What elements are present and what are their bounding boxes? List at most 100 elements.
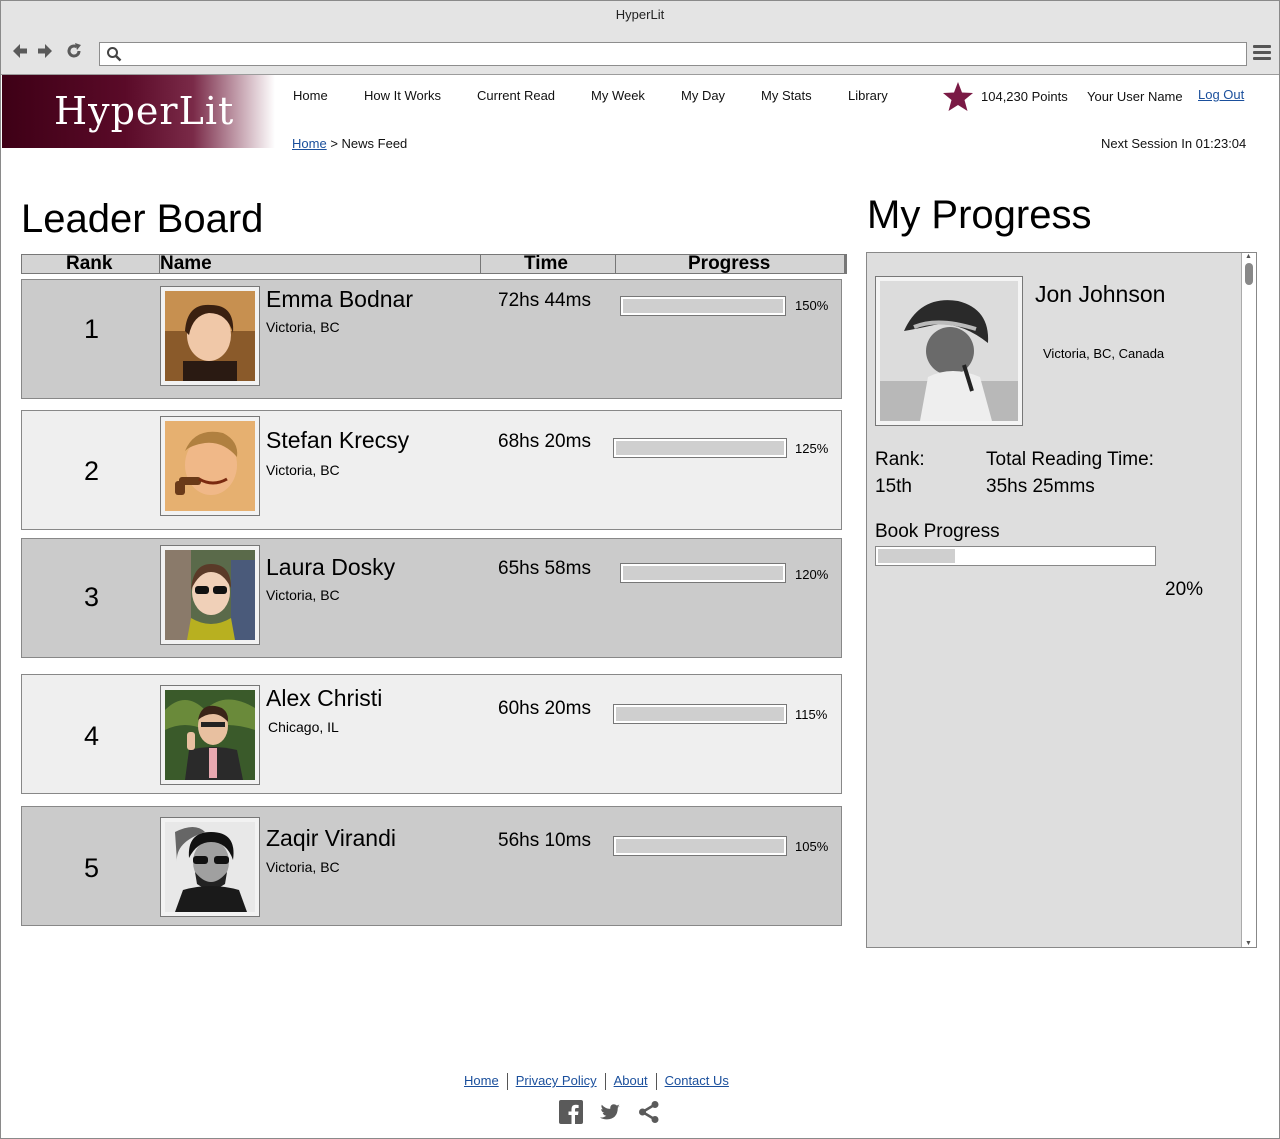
profile-avatar[interactable] xyxy=(875,276,1023,426)
book-progress-percent: 20% xyxy=(1165,579,1204,600)
column-time[interactable]: Time xyxy=(524,254,568,273)
user-name[interactable]: Your User Name xyxy=(1087,89,1183,104)
footer-contact-link[interactable]: Contact Us xyxy=(657,1073,737,1088)
avatar[interactable] xyxy=(160,545,260,645)
total-reading-time-value: 35hs 25mms xyxy=(986,476,1095,497)
progress-bar xyxy=(620,563,786,583)
avatar[interactable] xyxy=(160,685,260,785)
progress-bar xyxy=(613,836,787,856)
column-progress[interactable]: Progress xyxy=(688,254,770,273)
footer-privacy-link[interactable]: Privacy Policy xyxy=(508,1073,605,1088)
my-progress-panel: Jon Johnson Victoria, BC, Canada Rank: 1… xyxy=(866,252,1257,948)
forward-arrow-icon[interactable] xyxy=(35,41,55,66)
progress-fill xyxy=(616,441,784,455)
leaderboard-title: Leader Board xyxy=(21,197,264,241)
breadcrumb-separator: > xyxy=(330,136,338,151)
leaderboard-row[interactable]: 4 Alex Christi Chicago, IL 60hs 20ms 115… xyxy=(21,674,842,794)
rank-value: 15th xyxy=(875,476,912,497)
reading-time: 65hs 58ms xyxy=(498,558,591,579)
menu-icon[interactable] xyxy=(1253,45,1271,61)
book-progress-bar xyxy=(875,546,1156,566)
browser-toolbar xyxy=(1,31,1279,75)
breadcrumb-home-link[interactable]: Home xyxy=(292,136,327,151)
progress-percent: 105% xyxy=(795,839,829,854)
site-logo[interactable]: HyperLit xyxy=(2,75,275,148)
search-icon xyxy=(106,46,122,67)
column-divider xyxy=(480,255,481,273)
points-count: 104,230 Points xyxy=(981,89,1068,104)
breadcrumb: Home > News Feed xyxy=(292,136,407,151)
leaderboard-row[interactable]: 2 Stefan Krecsy Victoria, BC 68hs 20ms 1… xyxy=(21,410,842,530)
browser-window: HyperLit HyperLit Home How It Works Curr… xyxy=(0,0,1280,1139)
reload-icon[interactable] xyxy=(64,41,84,66)
footer-home-link[interactable]: Home xyxy=(456,1073,507,1088)
nav-current-read[interactable]: Current Read xyxy=(477,88,555,103)
leaderboard-row[interactable]: 3 Laura Dosky Victoria, BC 65hs 58ms 120… xyxy=(21,538,842,658)
column-divider xyxy=(615,255,616,273)
player-location: Chicago, IL xyxy=(268,719,339,735)
reading-time: 60hs 20ms xyxy=(498,698,591,719)
rank-number: 2 xyxy=(84,456,100,486)
back-arrow-icon[interactable] xyxy=(10,41,30,66)
progress-fill xyxy=(616,707,784,721)
leaderboard-row[interactable]: 5 Zaqir Virandi Victoria, BC 56hs 10ms 1… xyxy=(21,806,842,926)
facebook-icon[interactable] xyxy=(559,1100,583,1126)
progress-percent: 120% xyxy=(795,567,829,582)
book-progress-fill xyxy=(878,549,955,563)
footer-about-link[interactable]: About xyxy=(606,1073,656,1088)
player-location: Victoria, BC xyxy=(266,859,340,875)
avatar[interactable] xyxy=(160,817,260,917)
star-icon xyxy=(941,80,975,114)
player-location: Victoria, BC xyxy=(266,319,340,335)
next-session-countdown: Next Session In 01:23:04 xyxy=(1101,136,1247,151)
footer-links: Home Privacy Policy About Contact Us xyxy=(456,1073,737,1091)
reading-time: 72hs 44ms xyxy=(498,290,591,311)
progress-fill xyxy=(623,299,783,313)
share-icon[interactable] xyxy=(637,1100,661,1126)
nav-library[interactable]: Library xyxy=(848,88,888,103)
player-name[interactable]: Zaqir Virandi xyxy=(266,825,396,852)
progress-bar xyxy=(620,296,786,316)
player-location: Victoria, BC xyxy=(266,587,340,603)
rank-number: 4 xyxy=(84,721,100,751)
avatar[interactable] xyxy=(160,416,260,516)
progress-percent: 125% xyxy=(795,441,829,456)
progress-bar xyxy=(613,704,787,724)
column-rank[interactable]: Rank xyxy=(66,254,112,273)
avatar[interactable] xyxy=(160,286,260,386)
profile-name: Jon Johnson xyxy=(1035,281,1166,307)
book-progress-label: Book Progress xyxy=(875,521,1000,542)
player-name[interactable]: Emma Bodnar xyxy=(266,286,413,313)
player-name[interactable]: Alex Christi xyxy=(266,685,382,712)
nav-my-day[interactable]: My Day xyxy=(681,88,725,103)
panel-scrollbar[interactable]: ▲ ▼ xyxy=(1241,253,1256,947)
nav-how-it-works[interactable]: How It Works xyxy=(364,88,441,103)
reading-time: 56hs 10ms xyxy=(498,830,591,851)
progress-percent: 150% xyxy=(795,298,829,313)
column-name[interactable]: Name xyxy=(160,254,212,273)
progress-fill xyxy=(616,839,784,853)
nav-my-week[interactable]: My Week xyxy=(591,88,645,103)
logo-text: HyperLit xyxy=(54,89,235,133)
progress-bar xyxy=(613,438,787,458)
player-name[interactable]: Stefan Krecsy xyxy=(266,427,409,454)
rank-number: 1 xyxy=(84,314,100,344)
rank-label: Rank: xyxy=(875,449,925,470)
scroll-down-icon[interactable]: ▼ xyxy=(1245,940,1252,947)
progress-fill xyxy=(623,566,783,580)
leaderboard-row[interactable]: 1 Emma Bodnar Victoria, BC 72hs 44ms 150… xyxy=(21,279,842,399)
nav-my-stats[interactable]: My Stats xyxy=(761,88,812,103)
window-title: HyperLit xyxy=(1,1,1279,31)
nav-home[interactable]: Home xyxy=(293,88,328,103)
player-name[interactable]: Laura Dosky xyxy=(266,554,395,581)
address-bar[interactable] xyxy=(99,42,1247,66)
leaderboard-header: Rank Name Time Progress xyxy=(21,254,847,274)
rank-number: 3 xyxy=(84,582,100,612)
scroll-thumb[interactable] xyxy=(1245,263,1253,285)
scroll-up-icon[interactable]: ▲ xyxy=(1245,253,1252,260)
twitter-icon[interactable] xyxy=(598,1100,622,1126)
reading-time: 68hs 20ms xyxy=(498,431,591,452)
my-progress-title: My Progress xyxy=(867,193,1092,237)
logout-link[interactable]: Log Out xyxy=(1198,87,1244,102)
progress-percent: 115% xyxy=(795,707,828,722)
